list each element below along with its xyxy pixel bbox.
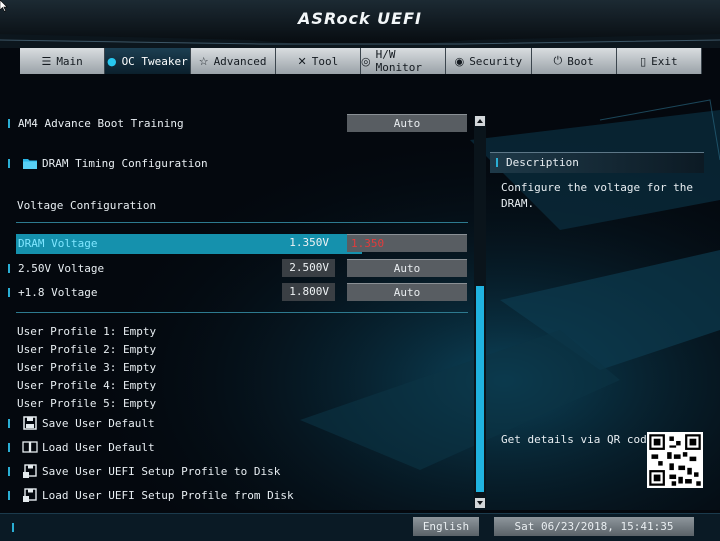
book-icon bbox=[22, 441, 38, 453]
mouse-pointer-icon bbox=[0, 0, 8, 12]
disk-save-icon bbox=[23, 464, 37, 478]
scroll-thumb[interactable] bbox=[476, 286, 484, 492]
flame-icon: ● bbox=[106, 54, 117, 68]
description-header: Description bbox=[490, 152, 704, 173]
action-load-profile-from-disk[interactable]: Load User UEFI Setup Profile from Disk bbox=[0, 486, 476, 506]
shield-icon: ◉ bbox=[454, 54, 465, 68]
user-profile-1: User Profile 1: Empty bbox=[17, 325, 157, 338]
250v-option[interactable]: Auto bbox=[347, 259, 467, 277]
asrock-uefi-logo: ASRock UEFI bbox=[298, 9, 422, 28]
tab-oc-tweaker[interactable]: ● OC Tweaker bbox=[105, 48, 191, 74]
18v-value: 1.800V bbox=[282, 283, 335, 301]
tab-tool[interactable]: ✕ Tool bbox=[275, 48, 361, 74]
action-save-user-default[interactable]: Save User Default bbox=[0, 414, 476, 434]
setting-250v-voltage[interactable]: 2.50V Voltage 2.500V Auto bbox=[0, 259, 476, 279]
main-tabs: ☰ Main ● OC Tweaker ☆ Advanced ✕ Tool ◎ H/W M… bbox=[20, 48, 702, 74]
qr-code-caption: Get details via QR code bbox=[501, 433, 654, 446]
tab-main[interactable]: ☰ Main bbox=[20, 48, 106, 74]
tab-security[interactable]: ◉ Security bbox=[446, 48, 532, 74]
setting-dram-timing[interactable]: DRAM Timing Configuration bbox=[0, 154, 476, 174]
tab-advanced[interactable]: ☆ Advanced bbox=[190, 48, 276, 74]
disk-load-icon bbox=[23, 488, 37, 502]
dram-voltage-input[interactable]: 1.350 bbox=[347, 234, 467, 252]
tab-hw-monitor[interactable]: ◎ H/W Monitor bbox=[361, 48, 447, 74]
separator bbox=[16, 222, 468, 223]
section-voltage-configuration: Voltage Configuration bbox=[17, 199, 157, 212]
datetime-display: Sat 06/23/2018, 15:41:35 bbox=[494, 517, 694, 536]
arrow-up-icon bbox=[477, 119, 483, 123]
tools-icon: ✕ bbox=[297, 54, 307, 68]
setting-am4-boot[interactable]: AM4 Advance Boot Training Auto bbox=[0, 114, 476, 134]
setting-dram-voltage[interactable]: DRAM Voltage 1.350V 1.350 bbox=[0, 234, 476, 254]
description-text: Configure the voltage for the DRAM. bbox=[501, 181, 694, 210]
dram-voltage-value: 1.350V bbox=[289, 236, 329, 249]
user-profile-2: User Profile 2: Empty bbox=[17, 343, 157, 356]
language-button[interactable]: English bbox=[413, 517, 479, 536]
folder-icon bbox=[23, 159, 37, 169]
18v-option[interactable]: Auto bbox=[347, 283, 467, 301]
settings-scrollbar[interactable] bbox=[474, 116, 486, 508]
setting-18-voltage[interactable]: +1.8 Voltage 1.800V Auto bbox=[0, 283, 476, 303]
am4-boot-option[interactable]: Auto bbox=[347, 114, 467, 132]
user-profile-3: User Profile 3: Empty bbox=[17, 361, 157, 374]
250v-value: 2.500V bbox=[282, 259, 335, 277]
separator bbox=[16, 312, 468, 313]
tab-boot[interactable]: ⏻ Boot bbox=[531, 48, 617, 74]
power-icon: ⏻ bbox=[553, 54, 563, 67]
star-icon: ☆ bbox=[198, 54, 209, 68]
list-icon: ☰ bbox=[41, 54, 52, 68]
tab-exit[interactable]: ▯ Exit bbox=[616, 48, 702, 74]
user-profile-5: User Profile 5: Empty bbox=[17, 397, 157, 410]
monitor-icon: ◎ bbox=[361, 54, 371, 68]
user-profile-4: User Profile 4: Empty bbox=[17, 379, 157, 392]
save-icon bbox=[23, 416, 37, 430]
action-save-profile-to-disk[interactable]: Save User UEFI Setup Profile to Disk bbox=[0, 462, 476, 482]
settings-panel: AM4 Advance Boot Training Auto DRAM Timi… bbox=[0, 112, 476, 508]
scroll-up-button[interactable] bbox=[475, 116, 485, 126]
exit-icon: ▯ bbox=[640, 54, 647, 68]
action-load-user-default[interactable]: Load User Default bbox=[0, 438, 476, 458]
qr-code bbox=[647, 432, 703, 488]
arrow-down-icon bbox=[477, 501, 483, 505]
scroll-down-button[interactable] bbox=[475, 498, 485, 508]
